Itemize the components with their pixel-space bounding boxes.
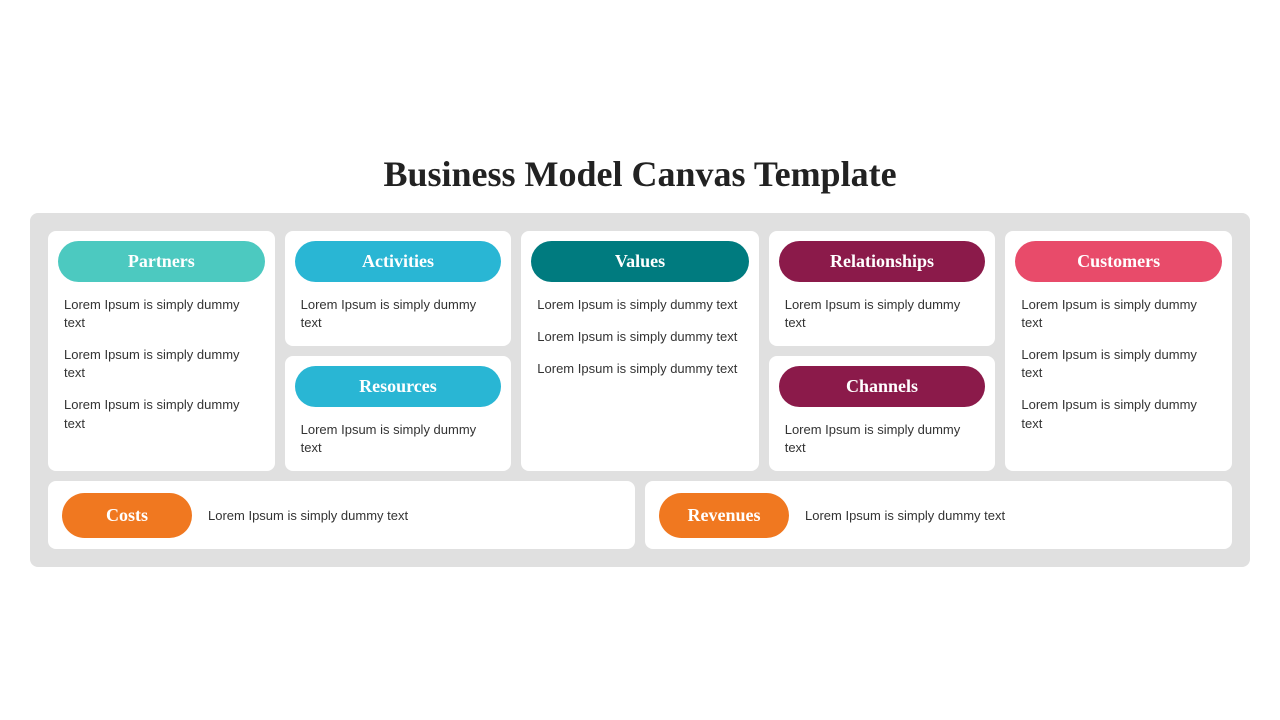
partners-card: Partners Lorem Ipsum is simply dummy tex… xyxy=(48,231,275,472)
costs-text: Lorem Ipsum is simply dummy text xyxy=(208,508,408,523)
values-header: Values xyxy=(531,241,748,282)
values-text-3: Lorem Ipsum is simply dummy text xyxy=(537,360,742,378)
partners-text-2: Lorem Ipsum is simply dummy text xyxy=(64,346,259,382)
resources-header: Resources xyxy=(295,366,502,407)
bottom-section: Costs Lorem Ipsum is simply dummy text R… xyxy=(48,481,1232,549)
partners-header: Partners xyxy=(58,241,265,282)
partners-text-3: Lorem Ipsum is simply dummy text xyxy=(64,396,259,432)
canvas-wrapper: Partners Lorem Ipsum is simply dummy tex… xyxy=(30,213,1250,568)
customers-card: Customers Lorem Ipsum is simply dummy te… xyxy=(1005,231,1232,472)
partners-column: Partners Lorem Ipsum is simply dummy tex… xyxy=(48,231,275,472)
activities-card: Activities Lorem Ipsum is simply dummy t… xyxy=(285,231,512,346)
channels-header: Channels xyxy=(779,366,986,407)
values-card: Values Lorem Ipsum is simply dummy text … xyxy=(521,231,758,472)
customers-text-1: Lorem Ipsum is simply dummy text xyxy=(1021,296,1216,332)
values-column: Values Lorem Ipsum is simply dummy text … xyxy=(521,231,758,472)
channels-card: Channels Lorem Ipsum is simply dummy tex… xyxy=(769,356,996,471)
partners-body: Lorem Ipsum is simply dummy text Lorem I… xyxy=(48,282,275,472)
resources-text-1: Lorem Ipsum is simply dummy text xyxy=(301,421,496,457)
activities-body: Lorem Ipsum is simply dummy text xyxy=(285,282,512,346)
channels-text-1: Lorem Ipsum is simply dummy text xyxy=(785,421,980,457)
costs-header: Costs xyxy=(62,493,192,538)
activities-header: Activities xyxy=(295,241,502,282)
revenues-text: Lorem Ipsum is simply dummy text xyxy=(805,508,1005,523)
top-section: Partners Lorem Ipsum is simply dummy tex… xyxy=(48,231,1232,472)
values-text-1: Lorem Ipsum is simply dummy text xyxy=(537,296,742,314)
page-title: Business Model Canvas Template xyxy=(383,153,896,195)
revenues-header: Revenues xyxy=(659,493,789,538)
values-text-2: Lorem Ipsum is simply dummy text xyxy=(537,328,742,346)
activities-resources-column: Activities Lorem Ipsum is simply dummy t… xyxy=(285,231,512,472)
activities-text-1: Lorem Ipsum is simply dummy text xyxy=(301,296,496,332)
customers-header: Customers xyxy=(1015,241,1222,282)
relationships-text-1: Lorem Ipsum is simply dummy text xyxy=(785,296,980,332)
channels-body: Lorem Ipsum is simply dummy text xyxy=(769,407,996,471)
customers-text-2: Lorem Ipsum is simply dummy text xyxy=(1021,346,1216,382)
relationships-card: Relationships Lorem Ipsum is simply dumm… xyxy=(769,231,996,346)
costs-card: Costs Lorem Ipsum is simply dummy text xyxy=(48,481,635,549)
partners-text-1: Lorem Ipsum is simply dummy text xyxy=(64,296,259,332)
customers-text-3: Lorem Ipsum is simply dummy text xyxy=(1021,396,1216,432)
revenues-card: Revenues Lorem Ipsum is simply dummy tex… xyxy=(645,481,1232,549)
customers-column: Customers Lorem Ipsum is simply dummy te… xyxy=(1005,231,1232,472)
relationships-body: Lorem Ipsum is simply dummy text xyxy=(769,282,996,346)
resources-card: Resources Lorem Ipsum is simply dummy te… xyxy=(285,356,512,471)
relationships-header: Relationships xyxy=(779,241,986,282)
resources-body: Lorem Ipsum is simply dummy text xyxy=(285,407,512,471)
relationships-channels-column: Relationships Lorem Ipsum is simply dumm… xyxy=(769,231,996,472)
customers-body: Lorem Ipsum is simply dummy text Lorem I… xyxy=(1005,282,1232,472)
values-body: Lorem Ipsum is simply dummy text Lorem I… xyxy=(521,282,758,472)
